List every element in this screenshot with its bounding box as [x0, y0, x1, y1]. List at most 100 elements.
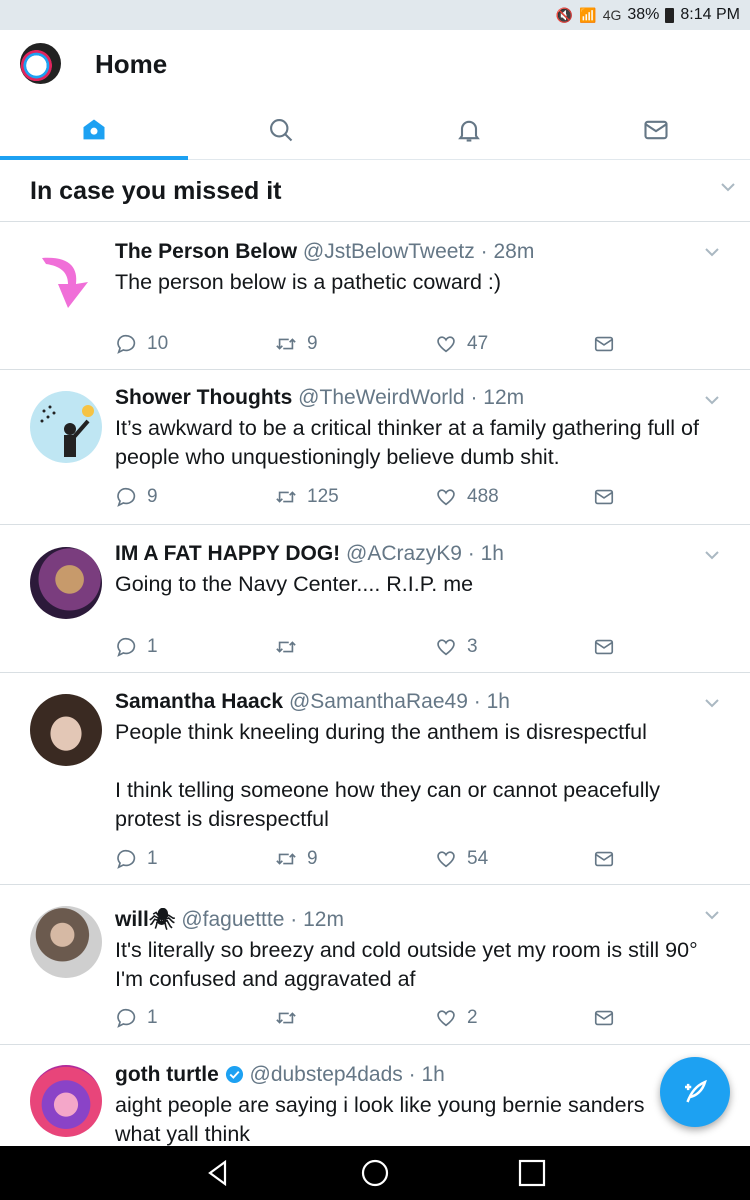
will-avatar[interactable] [30, 906, 102, 978]
app-header: Home [0, 30, 750, 100]
like-count: 54 [467, 848, 489, 869]
tweet-time: 1h [480, 542, 504, 565]
chevron-down-icon[interactable] [704, 547, 720, 563]
like-button[interactable]: 3 [435, 636, 595, 658]
back-icon[interactable] [203, 1158, 233, 1188]
retweet-count: 9 [307, 848, 318, 869]
like-button[interactable]: 47 [435, 333, 595, 355]
author-name[interactable]: goth turtle [115, 1063, 219, 1086]
reply-button[interactable]: 10 [115, 333, 275, 355]
like-button[interactable]: 488 [435, 486, 595, 508]
dm-button[interactable] [593, 636, 615, 658]
author-handle[interactable]: @SamanthaRae49 [289, 690, 468, 713]
reply-button[interactable]: 1 [115, 1007, 275, 1029]
tab-home[interactable] [0, 100, 188, 160]
author-name[interactable]: Samantha Haack [115, 690, 283, 713]
reply-button[interactable]: 9 [115, 486, 275, 508]
author-name[interactable]: Shower Thoughts [115, 386, 292, 409]
bell-icon [457, 120, 480, 142]
overview-square-icon[interactable] [517, 1158, 547, 1188]
verified-badge-icon [225, 1065, 243, 1084]
tweet[interactable]: Samantha Haack @SamanthaRae49 · 1h Peopl… [0, 673, 750, 885]
tweet[interactable]: will🕷 @faguettte · 12m It's literally so… [0, 885, 750, 1045]
mute-icon: 🔇 [555, 6, 574, 23]
reply-icon [117, 849, 136, 869]
tweet-actions: 9 125 488 [115, 482, 750, 512]
retweet-button[interactable] [275, 636, 435, 658]
author-handle[interactable]: @faguettte [181, 908, 284, 931]
author-handle[interactable]: @JstBelowTweetz [303, 240, 475, 263]
clock: 8:14 PM [680, 6, 740, 23]
tweet-text: The person below is a pathetic coward :) [115, 270, 502, 294]
reply-button[interactable]: 1 [115, 848, 275, 870]
network-type: 4G [602, 7, 622, 23]
reply-icon [117, 487, 136, 507]
like-count: 47 [467, 333, 489, 354]
chevron-down-icon[interactable] [704, 244, 720, 260]
author-handle[interactable]: @ACrazyK9 [346, 542, 462, 565]
tweet[interactable]: The Person Below @JstBelowTweetz · 28m T… [0, 222, 750, 370]
tweet-header: goth turtle @dubstep4dads · 1h [115, 1063, 445, 1086]
author-handle[interactable]: @dubstep4dads [250, 1063, 403, 1086]
dm-button[interactable] [593, 848, 615, 870]
dog-avatar[interactable] [30, 547, 102, 619]
tweet-text: aight people are saying i look like youn… [115, 1093, 645, 1146]
reply-button[interactable]: 1 [115, 636, 275, 658]
tweet[interactable]: IM A FAT HAPPY DOG! @ACrazyK9 · 1h Going… [0, 525, 750, 673]
arrow-avatar[interactable] [30, 246, 102, 318]
search-icon [270, 118, 293, 141]
chevron-down-icon[interactable] [704, 392, 720, 408]
goth-turtle-avatar[interactable] [30, 1065, 102, 1137]
reply-count: 9 [147, 486, 158, 507]
like-count: 2 [467, 1007, 478, 1028]
like-button[interactable]: 2 [435, 1007, 595, 1029]
chevron-down-icon[interactable] [720, 179, 736, 195]
tweet-text: People think kneeling during the anthem … [115, 720, 647, 744]
samantha-avatar[interactable] [30, 694, 102, 766]
tweet-actions: 1 2 [115, 1003, 750, 1033]
dm-button[interactable] [593, 333, 615, 355]
tab-messages[interactable] [563, 100, 750, 159]
retweet-button[interactable] [275, 1007, 435, 1029]
chevron-down-icon[interactable] [704, 695, 720, 711]
retweet-count: 125 [307, 486, 339, 507]
author-handle[interactable]: @TheWeirdWorld [298, 386, 464, 409]
tweet-header: The Person Below @JstBelowTweetz · 28m [115, 240, 535, 263]
shower-icon [40, 405, 94, 457]
tweet-time: 28m [493, 240, 535, 263]
retweet-count: 9 [307, 333, 318, 354]
shower-thoughts-avatar[interactable] [30, 391, 102, 463]
tweet[interactable]: goth turtle @dubstep4dads · 1h aight peo… [0, 1045, 750, 1155]
arrow-down-icon [42, 257, 88, 308]
dm-button[interactable] [593, 486, 615, 508]
profile-avatar[interactable] [20, 43, 61, 84]
mail-icon [594, 639, 614, 655]
tweet[interactable]: Shower Thoughts @TheWeirdWorld · 12m It’… [0, 370, 750, 525]
home-circle-icon[interactable] [360, 1158, 390, 1188]
mail-icon [644, 120, 668, 139]
retweet-button[interactable]: 9 [275, 848, 435, 870]
compose-tweet-button[interactable] [660, 1057, 730, 1127]
like-button[interactable]: 54 [435, 848, 595, 870]
chevron-down-icon[interactable] [704, 907, 720, 923]
wifi-icon: 📶 [579, 6, 597, 23]
battery-percent: 38% [627, 6, 660, 23]
author-name[interactable]: will🕷 [115, 908, 176, 931]
author-name[interactable]: The Person Below [115, 240, 297, 263]
home-icon [83, 119, 105, 139]
author-name[interactable]: IM A FAT HAPPY DOG! [115, 542, 340, 565]
tab-notifications[interactable] [375, 100, 563, 159]
timeline: The Person Below @JstBelowTweetz · 28m T… [0, 222, 750, 1155]
reply-icon [117, 334, 136, 354]
tab-bar [0, 100, 750, 160]
tweet-header: IM A FAT HAPPY DOG! @ACrazyK9 · 1h [115, 542, 504, 565]
mail-icon [594, 1010, 614, 1026]
page-title: Home [95, 49, 168, 79]
section-header: In case you missed it [0, 161, 750, 222]
system-nav-bar [0, 1146, 750, 1200]
tab-search[interactable] [188, 100, 376, 159]
retweet-button[interactable]: 125 [275, 486, 435, 508]
retweet-button[interactable]: 9 [275, 333, 435, 355]
dm-button[interactable] [593, 1007, 615, 1029]
heart-icon [437, 639, 455, 656]
